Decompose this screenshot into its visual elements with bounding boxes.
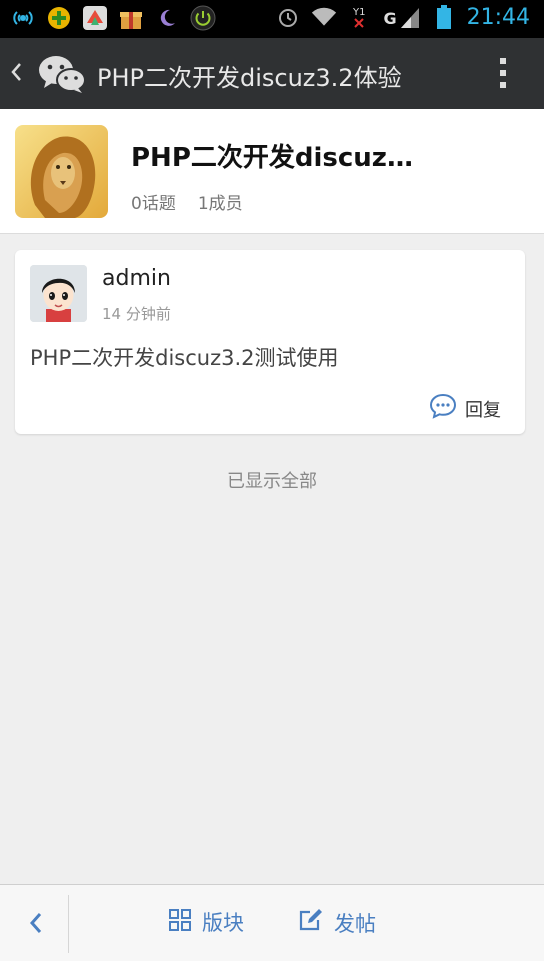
post-card[interactable]: admin 14 分钟前 PHP二次开发discuz3.2测试使用 回复 bbox=[15, 250, 525, 434]
new-post-button[interactable]: 发帖 bbox=[298, 907, 376, 938]
user-avatar[interactable] bbox=[30, 265, 87, 322]
grid-icon bbox=[168, 908, 192, 937]
moon-icon bbox=[154, 5, 180, 31]
post-label: 发帖 bbox=[334, 911, 376, 936]
reply-button[interactable]: 回复 bbox=[429, 393, 501, 424]
group-stats: 0话题 1成员 bbox=[131, 189, 243, 214]
action-bar-title: PHP二次开发discuz3.2体验 bbox=[97, 64, 402, 92]
boards-label: 版块 bbox=[202, 911, 244, 935]
battery-icon bbox=[431, 4, 457, 30]
status-bar: Y1 G 21:44 bbox=[0, 0, 544, 38]
signal-broadcast-icon bbox=[10, 5, 36, 31]
comment-bubble-icon bbox=[429, 393, 457, 424]
cell-signal-icon: G bbox=[383, 6, 420, 28]
back-chevron-icon[interactable] bbox=[10, 60, 24, 88]
bottom-bar: 版块 发帖 bbox=[0, 884, 544, 961]
wechat-logo-icon[interactable] bbox=[38, 54, 86, 98]
group-name: PHP二次开发discuz3.2… bbox=[131, 143, 431, 173]
boards-button[interactable]: 版块 bbox=[168, 907, 244, 937]
status-notification-icons bbox=[10, 5, 216, 31]
power-icon bbox=[190, 5, 216, 31]
group-avatar[interactable] bbox=[15, 125, 108, 218]
alarm-icon bbox=[275, 4, 301, 30]
sim-icon: Y1 bbox=[347, 4, 373, 30]
post-content[interactable]: PHP二次开发discuz3.2测试使用 bbox=[30, 342, 339, 372]
overflow-menu-icon[interactable] bbox=[500, 58, 506, 88]
back-arrow-icon[interactable] bbox=[28, 909, 44, 941]
svg-text:Y1: Y1 bbox=[352, 7, 365, 18]
reply-label: 回复 bbox=[465, 399, 501, 421]
post-timestamp: 14 分钟前 bbox=[102, 305, 171, 323]
status-system-icons: Y1 G 21:44 bbox=[275, 4, 530, 30]
list-end-note: 已显示全部 bbox=[227, 471, 317, 492]
topics-count: 0话题 bbox=[131, 194, 176, 214]
post-username[interactable]: admin bbox=[102, 266, 171, 291]
gift-box-icon bbox=[118, 5, 144, 31]
clock: 21:44 bbox=[466, 4, 530, 30]
group-header: PHP二次开发discuz3.2… 0话题 1成员 bbox=[0, 109, 544, 234]
wifi-icon bbox=[311, 4, 337, 30]
action-bar: PHP二次开发discuz3.2体验 bbox=[0, 38, 544, 109]
plus-badge-icon bbox=[46, 5, 72, 31]
edit-icon bbox=[298, 907, 324, 938]
bottom-bar-divider bbox=[68, 895, 69, 953]
network-type-label: G bbox=[383, 9, 397, 28]
members-count[interactable]: 1成员 bbox=[198, 189, 243, 214]
app-cube-icon bbox=[82, 5, 108, 31]
